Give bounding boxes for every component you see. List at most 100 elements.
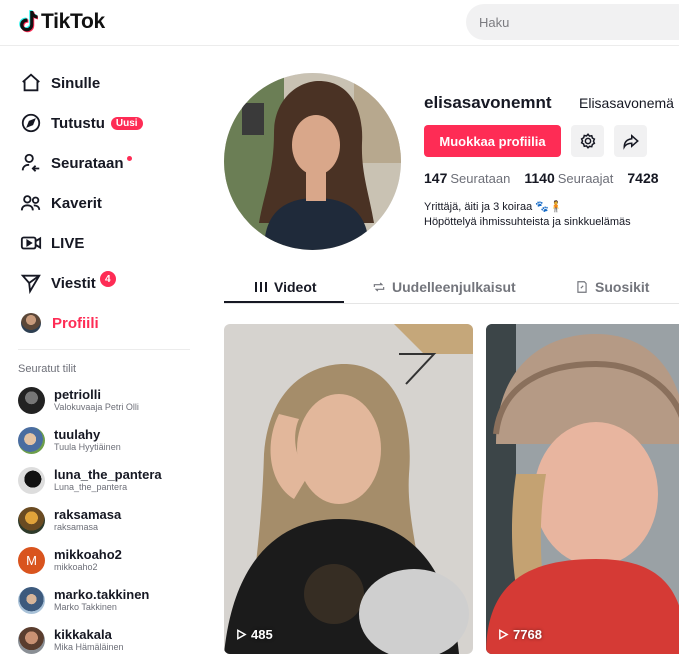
- nav-label: Profiili: [52, 314, 99, 332]
- account-subtitle: Mika Hämäläinen: [54, 642, 124, 652]
- tab-label: Uudelleenjulkaisut: [392, 279, 516, 295]
- play-icon: [237, 629, 247, 640]
- stat-followers[interactable]: 1140 Seuraajat: [524, 170, 613, 186]
- account-subtitle: Marko Takkinen: [54, 602, 117, 612]
- account-subtitle: Tuula Hyytiäinen: [54, 442, 121, 452]
- active-tab-indicator: [224, 301, 344, 303]
- stat-likes: 7428: [627, 170, 658, 186]
- following-account-luna-the-pantera[interactable]: luna_the_pantera Luna_the_pantera: [18, 463, 162, 497]
- tab-label: Suosikit: [595, 279, 650, 295]
- video-view-count: 7768: [498, 627, 542, 642]
- nav-item-viestit[interactable]: Viestit 4: [20, 268, 116, 298]
- account-subtitle: mikkoaho2: [54, 562, 98, 572]
- avatar: [18, 626, 45, 654]
- avatar: [18, 506, 45, 534]
- sidebar: Sinulle Tutustu Uusi Seurataan Kaverit L…: [0, 47, 205, 664]
- edit-profile-button[interactable]: Muokkaa profiilia: [424, 125, 561, 157]
- video-preview: [486, 324, 679, 654]
- avatar: [18, 466, 45, 494]
- search-input[interactable]: [466, 4, 679, 40]
- following-account-raksamasa[interactable]: raksamasa raksamasa: [18, 503, 121, 537]
- video-preview: [224, 324, 473, 654]
- stat-value: 147: [424, 170, 448, 186]
- nav-label: Kaverit: [51, 194, 102, 212]
- tab-suosikit[interactable]: Suosikit: [575, 270, 649, 304]
- profile-username: elisasavonemnt: [424, 93, 552, 112]
- nav-item-profiili[interactable]: Profiili: [20, 308, 99, 338]
- profile-stats: 147 Seurataan 1140 Seuraajat 7428: [424, 170, 659, 186]
- tiktok-logo[interactable]: TikTok: [16, 9, 105, 35]
- following-account-petriolli[interactable]: petriolli Valokuvaaja Petri Olli: [18, 383, 139, 417]
- tab-label: Videot: [274, 279, 317, 295]
- friends-icon: [20, 195, 41, 211]
- stat-value: 1140: [524, 170, 555, 186]
- nav-item-live[interactable]: LIVE: [20, 228, 84, 258]
- nav-label: Viestit: [51, 274, 96, 292]
- stat-label: Seuraajat: [557, 171, 614, 186]
- account-name: kikkakala: [54, 627, 112, 642]
- avatar-icon: [21, 313, 41, 333]
- view-count: 7768: [513, 627, 542, 642]
- favorites-icon: [577, 281, 587, 293]
- nav-item-seurataan[interactable]: Seurataan: [20, 148, 132, 178]
- play-icon: [499, 629, 509, 640]
- repost-icon: [373, 282, 385, 292]
- profile-avatar[interactable]: [224, 73, 401, 250]
- video-view-count: 485: [236, 627, 273, 642]
- new-badge: Uusi: [110, 116, 143, 130]
- following-account-tuulahy[interactable]: tuulahy Tuula Hyytiäinen: [18, 423, 121, 457]
- nav-label: Seurataan: [51, 154, 124, 172]
- account-subtitle: Luna_the_pantera: [54, 482, 128, 492]
- nav-item-sinulle[interactable]: Sinulle: [20, 68, 100, 98]
- following-icon: [21, 153, 40, 172]
- account-name: petriolli: [54, 387, 101, 402]
- settings-button[interactable]: [571, 125, 604, 157]
- nav-label: LIVE: [51, 234, 85, 252]
- message-count-badge: 4: [99, 271, 116, 287]
- share-icon: [622, 134, 639, 150]
- bio-line: Yrittäjä, äiti ja 3 koiraa 🐾🧍: [424, 201, 563, 213]
- account-name: mikkoaho2: [54, 547, 122, 562]
- account-name: raksamasa: [54, 507, 122, 522]
- bio-line: Höpöttelyä ihmissuhteista ja sinkkuelämä…: [424, 216, 631, 228]
- tiktok-logo-icon: [19, 10, 38, 33]
- following-account-kikkakala[interactable]: kikkakala Mika Hämäläinen: [18, 623, 124, 657]
- following-accounts-title: Seuratut tilit: [18, 363, 77, 375]
- live-icon: [20, 236, 42, 250]
- account-subtitle: Valokuvaaja Petri Olli: [54, 402, 139, 412]
- following-account-marko-takkinen[interactable]: marko.takkinen Marko Takkinen: [18, 583, 149, 617]
- nav-item-kaverit[interactable]: Kaverit: [20, 188, 102, 218]
- avatar: [18, 586, 45, 614]
- stat-following[interactable]: 147 Seurataan: [424, 170, 510, 186]
- nav-label: Sinulle: [51, 74, 101, 92]
- send-icon: [20, 274, 41, 294]
- tab-uudelleenjulkaisut[interactable]: Uudelleenjulkaisut: [372, 270, 516, 304]
- profile-bio: Yrittäjä, äiti ja 3 koiraa 🐾🧍 Höpöttelyä…: [424, 200, 679, 230]
- account-name: marko.takkinen: [54, 587, 150, 602]
- avatar-initial: M: [26, 552, 37, 568]
- account-name: tuulahy: [54, 427, 101, 442]
- home-icon: [22, 73, 40, 92]
- profile-tabs: Videot Uudelleenjulkaisut Suosikit: [224, 270, 679, 304]
- nav-label: Tutustu: [51, 114, 105, 132]
- logo-text: TikTok: [41, 10, 105, 33]
- stat-label: Seurataan: [450, 171, 511, 186]
- tab-videot[interactable]: Videot: [254, 270, 317, 304]
- share-button[interactable]: [614, 125, 647, 157]
- sidebar-divider: [18, 349, 190, 350]
- avatar: M: [18, 546, 45, 574]
- account-name: luna_the_pantera: [54, 467, 162, 482]
- following-account-mikkoaho2[interactable]: M mikkoaho2 mikkoaho2: [18, 543, 122, 577]
- avatar: [18, 386, 45, 414]
- notification-dot: [126, 155, 132, 161]
- top-bar: TikTok: [0, 0, 679, 46]
- nav-item-tutustu[interactable]: Tutustu Uusi: [20, 108, 143, 138]
- video-thumbnail[interactable]: 485: [224, 324, 473, 654]
- avatar: [18, 426, 45, 454]
- compass-icon: [21, 113, 41, 133]
- grid-icon: [255, 282, 267, 292]
- account-subtitle: raksamasa: [54, 522, 99, 532]
- profile-display-name: Elisasavonemä: [579, 95, 674, 111]
- profile-photo: [224, 73, 401, 250]
- video-thumbnail[interactable]: 7768: [486, 324, 679, 654]
